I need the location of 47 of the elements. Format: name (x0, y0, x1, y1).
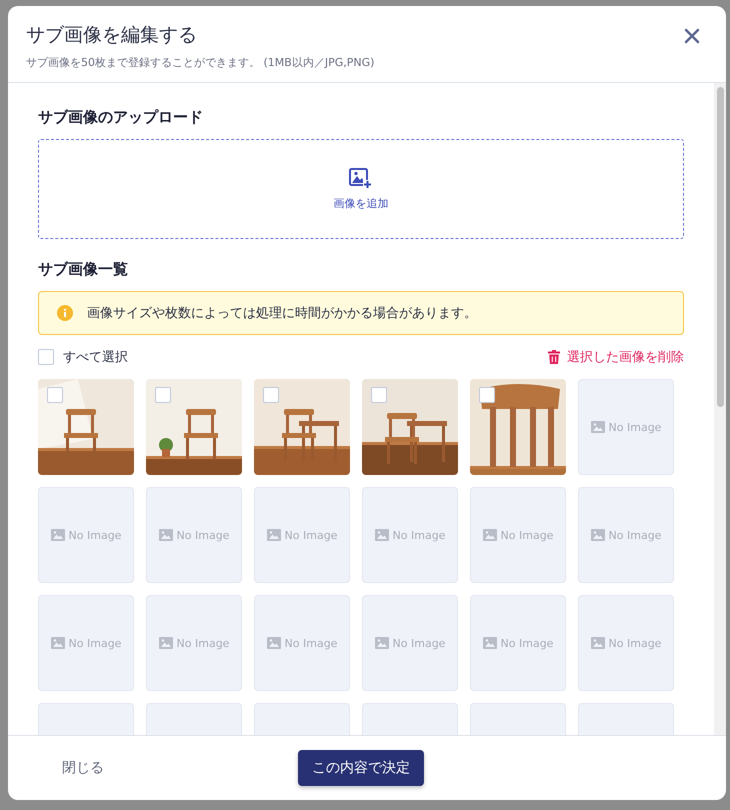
select-all-label[interactable]: すべて選択 (63, 348, 128, 366)
section-heading: サブ画像のアップロード (38, 107, 204, 127)
checkbox[interactable] (155, 387, 171, 403)
no-image-label: No Image (392, 636, 446, 650)
dialog-title: サブ画像を編集する (26, 23, 198, 48)
image-icon (482, 637, 497, 649)
image-icon (482, 529, 497, 541)
no-image-label: No Image (500, 528, 554, 542)
image-icon (590, 421, 605, 433)
no-image-label: No Image (68, 528, 122, 542)
notice-text: 画像サイズや枚数によっては処理に時間がかかる場合があります。 (87, 305, 477, 322)
checkbox[interactable] (47, 387, 63, 403)
image-icon (266, 529, 281, 541)
image-icon (374, 637, 389, 649)
no-image-label: No Image (392, 528, 446, 542)
upload-area[interactable]: 画像を追加 (38, 139, 684, 239)
image-icon (266, 637, 281, 649)
image-icon (158, 637, 173, 649)
no-image-label: No Image (500, 636, 554, 650)
checkbox[interactable] (371, 387, 387, 403)
image-icon (374, 529, 389, 541)
dialog-subtitle: サブ画像を50枚まで登録することができます。 (1MB以内／JPG,PNG) (26, 55, 374, 70)
scrollbar[interactable] (714, 83, 726, 735)
no-image-label: No Image (608, 636, 662, 650)
image-icon (158, 529, 173, 541)
no-image-label: No Image (176, 636, 230, 650)
image-icon (50, 637, 65, 649)
no-image-label: No Image (608, 528, 662, 542)
no-image-label: No Image (68, 636, 122, 650)
section-heading: サブ画像一覧 (38, 259, 129, 279)
image-icon (590, 637, 605, 649)
trash-icon (548, 350, 560, 364)
info-icon (57, 305, 73, 321)
checkbox[interactable] (263, 387, 279, 403)
confirm-button[interactable]: この内容で決定 (298, 750, 424, 786)
delete-selected-button[interactable]: 選択した画像を削除 (548, 348, 684, 366)
no-image-label: No Image (176, 528, 230, 542)
no-image-label: No Image (284, 636, 338, 650)
checkbox[interactable] (38, 349, 54, 365)
image-icon (590, 529, 605, 541)
checkbox[interactable] (479, 387, 495, 403)
no-image-label: No Image (608, 420, 662, 434)
no-image-label: No Image (284, 528, 338, 542)
add-image-label: 画像を追加 (334, 196, 388, 210)
image-icon (50, 529, 65, 541)
add-image-icon (349, 168, 373, 190)
close-button[interactable]: 閉じる (52, 753, 114, 783)
